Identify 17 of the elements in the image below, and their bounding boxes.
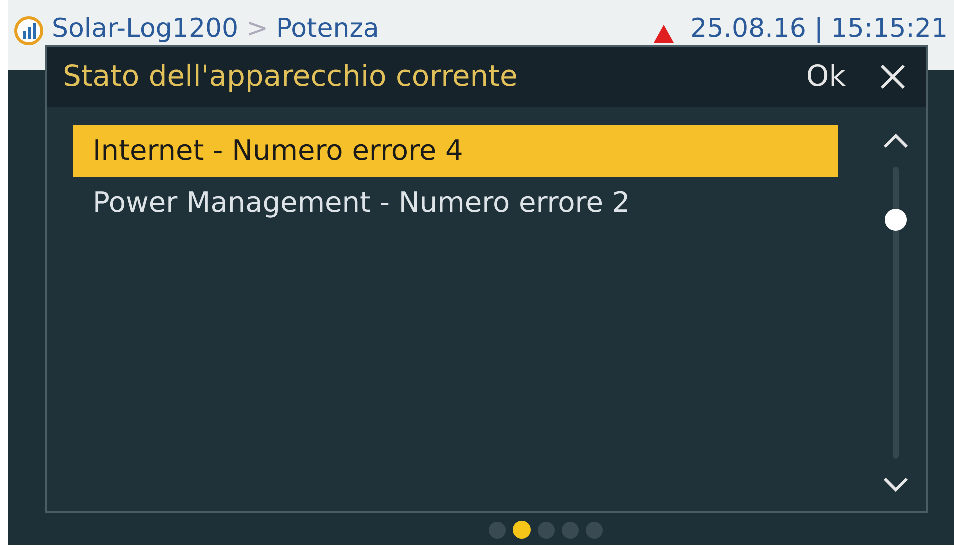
device-name: Solar-Log1200 [52,16,239,42]
logo-icon [14,16,44,46]
status-item[interactable]: Power Management - Numero errore 2 [73,177,838,229]
divider: | [814,16,824,42]
close-icon [880,64,906,90]
scroll-down-button[interactable] [883,477,909,493]
chevron-down-icon [883,477,909,493]
status-item[interactable]: Internet - Numero errore 4 [73,125,838,177]
breadcrumb-separator: > [246,16,268,42]
time: 15:15:21 [831,16,948,42]
scroll-thumb[interactable] [885,209,907,231]
dialog-title: Stato dell'apparecchio corrente [63,58,518,96]
ok-button[interactable]: Ok [806,55,846,99]
page-name: Potenza [276,16,380,42]
date: 25.08.16 [690,16,806,42]
scroll-up-button[interactable] [883,133,909,149]
chevron-up-icon [883,133,909,149]
